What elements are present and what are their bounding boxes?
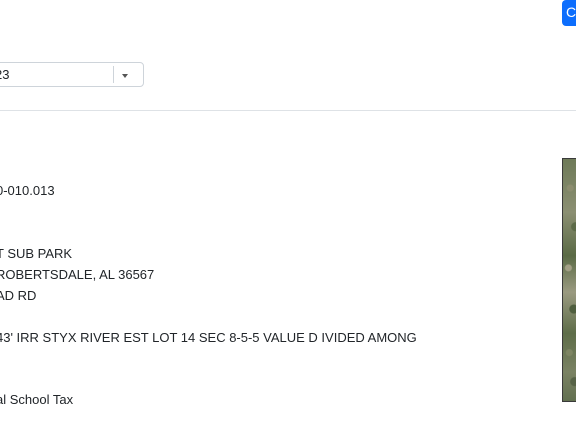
road-value: AD RD <box>0 288 37 303</box>
parcel-aerial-map-image <box>562 158 576 402</box>
select-divider <box>113 66 114 83</box>
tax-district-value: al School Tax <box>0 392 74 407</box>
subdivision-value: T SUB PARK <box>0 246 73 261</box>
city-state-zip-value: ROBERTSDALE, AL 36567 <box>0 267 155 282</box>
property-record-page: C 23 0-010.013 T SUB PARK ROBERTSDALE, A… <box>0 0 576 432</box>
section-divider <box>0 110 576 111</box>
top-action-button[interactable]: C <box>562 0 576 26</box>
record-select[interactable]: 23 <box>0 62 144 87</box>
top-action-button-label: C <box>566 4 576 20</box>
record-select-value: 23 <box>0 67 10 82</box>
parcel-number-value: 0-010.013 <box>0 183 55 198</box>
legal-description-value: 43' IRR STYX RIVER EST LOT 14 SEC 8-5-5 … <box>0 330 417 345</box>
chevron-down-icon[interactable] <box>119 68 131 82</box>
